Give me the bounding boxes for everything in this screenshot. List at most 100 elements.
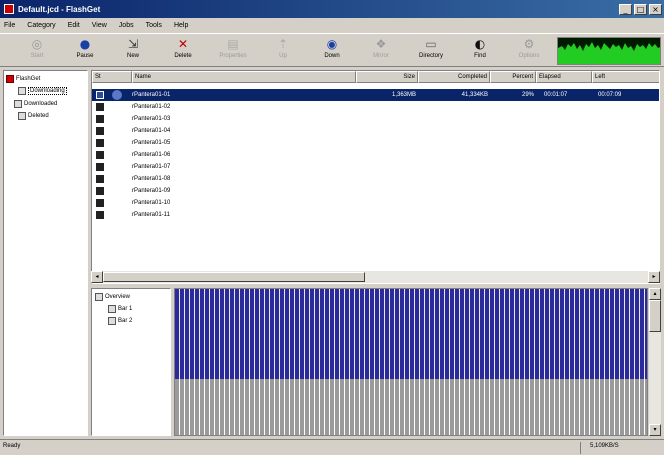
- column-header-completed[interactable]: Completed: [418, 71, 490, 83]
- category-tree[interactable]: FlashGet Downloading Downloaded Deleted: [3, 70, 88, 436]
- column-header-left[interactable]: Left: [592, 71, 659, 83]
- menu-jobs[interactable]: Jobs: [119, 22, 134, 29]
- status-text: Ready: [3, 443, 21, 449]
- directory-button[interactable]: ▭ Directory: [412, 37, 450, 65]
- tree-item-deleted[interactable]: Deleted: [18, 112, 49, 120]
- mirror-button[interactable]: ❖ Mirror: [362, 37, 400, 65]
- speed-graph-plot: [558, 42, 660, 64]
- menu-file[interactable]: File: [4, 22, 15, 29]
- downloading-status-icon: [96, 91, 104, 99]
- find-icon: ◐: [474, 37, 486, 51]
- speed-graph: [557, 37, 661, 65]
- queued-status-icon: [96, 163, 104, 171]
- column-header-name[interactable]: Name: [132, 71, 356, 83]
- new-button[interactable]: ⇲ New: [114, 37, 152, 65]
- properties-icon: ▤: [227, 37, 239, 51]
- table-row[interactable]: rPantera01-05: [92, 137, 659, 149]
- scroll-thumb[interactable]: [103, 272, 365, 282]
- row-name: rPantera01-11: [132, 212, 170, 218]
- tree-item-downloaded[interactable]: Downloaded: [14, 100, 57, 108]
- queued-status-icon: [96, 199, 104, 207]
- scroll-left-arrow-icon[interactable]: ◂: [91, 271, 103, 283]
- directory-icon: ▭: [425, 37, 437, 51]
- queued-status-icon: [96, 127, 104, 135]
- minimize-button[interactable]: _: [619, 3, 632, 15]
- start-button[interactable]: ◎ Start: [18, 37, 56, 65]
- menu-tools[interactable]: Tools: [146, 22, 162, 29]
- download-speed: 5,109KB/S: [590, 443, 619, 449]
- down-button[interactable]: ◉ Down: [313, 37, 351, 65]
- delete-label: Delete: [174, 53, 192, 59]
- options-button[interactable]: ⚙ Options: [510, 37, 548, 65]
- find-button[interactable]: ◐ Find: [461, 37, 499, 65]
- tree-item-flashget[interactable]: FlashGet: [6, 75, 40, 83]
- start-label: Start: [30, 53, 44, 59]
- column-header-elapsed[interactable]: Elapsed: [536, 71, 592, 83]
- table-row[interactable]: rPantera01-09: [92, 185, 659, 197]
- table-row[interactable]: rPantera01-04: [92, 125, 659, 137]
- menu-edit[interactable]: Edit: [68, 22, 80, 29]
- menu-category[interactable]: Category: [27, 22, 55, 29]
- pause-label: Pause: [76, 53, 94, 59]
- new-icon: ⇲: [127, 37, 139, 51]
- table-row[interactable]: rPantera01-02: [92, 101, 659, 113]
- tree-label: Deleted: [28, 113, 49, 119]
- options-icon: ⚙: [523, 37, 535, 51]
- parts-item-label: Bar 1: [118, 306, 133, 312]
- block-progress-grid: [174, 288, 648, 436]
- queued-status-icon: [96, 115, 104, 123]
- horizontal-scrollbar[interactable]: ◂ ▸: [91, 271, 660, 283]
- window-title: Default.jcd - FlashGet: [18, 4, 101, 14]
- row-completed: 41,334KB: [461, 92, 488, 98]
- new-label: New: [126, 53, 139, 59]
- column-header-percent[interactable]: Percent: [490, 71, 536, 83]
- column-header-status[interactable]: St: [92, 71, 132, 83]
- maximize-button[interactable]: □: [634, 3, 647, 15]
- downloading-icon: [18, 87, 26, 95]
- menu-bar: File Category Edit View Jobs Tools Help: [0, 18, 664, 32]
- menu-view[interactable]: View: [92, 22, 107, 29]
- parts-root[interactable]: Overview: [95, 293, 130, 301]
- table-row[interactable]: rPantera01-07: [92, 161, 659, 173]
- table-row[interactable]: rPantera01-08: [92, 173, 659, 185]
- row-name: rPantera01-01: [132, 92, 171, 98]
- row-percent: 29%: [521, 92, 534, 98]
- pause-button[interactable]: ● Pause: [66, 37, 104, 65]
- close-button[interactable]: ×: [649, 3, 662, 15]
- delete-icon: ✕: [177, 37, 189, 51]
- menu-help[interactable]: Help: [174, 22, 188, 29]
- scroll-down-arrow-icon[interactable]: ▾: [649, 424, 661, 436]
- scroll-up-arrow-icon[interactable]: ▴: [649, 288, 661, 300]
- tree-label: Downloading: [28, 87, 67, 95]
- parts-item[interactable]: Bar 1: [108, 305, 132, 313]
- queued-status-icon: [96, 139, 104, 147]
- tree-item-downloading[interactable]: Downloading: [18, 87, 67, 95]
- start-icon: ◎: [31, 37, 43, 51]
- overview-icon: [95, 293, 103, 301]
- queued-status-icon: [96, 175, 104, 183]
- table-row[interactable]: rPantera01-10: [92, 197, 659, 209]
- row-name: rPantera01-08: [132, 176, 171, 182]
- title-bar[interactable]: Default.jcd - FlashGet _ □ ×: [0, 0, 664, 18]
- table-row[interactable]: rPantera01-03: [92, 113, 659, 125]
- table-row[interactable]: rPantera01-06: [92, 149, 659, 161]
- row-name: rPantera01-10: [132, 200, 171, 206]
- list-header: St Name Size Completed Percent Elapsed L…: [92, 71, 659, 83]
- parts-item[interactable]: Bar 2: [108, 317, 132, 325]
- delete-button[interactable]: ✕ Delete: [164, 37, 202, 65]
- up-button[interactable]: ⇡ Up: [264, 37, 302, 65]
- find-label: Find: [474, 53, 486, 59]
- properties-button[interactable]: ▤ Properties: [214, 37, 252, 65]
- column-header-size[interactable]: Size: [356, 71, 418, 83]
- scroll-right-arrow-icon[interactable]: ▸: [648, 271, 660, 283]
- mirror-icon: ❖: [375, 37, 387, 51]
- table-row[interactable]: rPantera01-01 1,363MB 41,334KB 29% 00:01…: [92, 89, 659, 101]
- download-list[interactable]: St Name Size Completed Percent Elapsed L…: [91, 70, 660, 284]
- deleted-icon: [18, 112, 26, 120]
- table-row[interactable]: rPantera01-11: [92, 209, 659, 221]
- bar-icon: [108, 317, 116, 325]
- status-divider: [580, 442, 581, 454]
- scroll-thumb[interactable]: [649, 300, 661, 332]
- parts-tree[interactable]: Overview Bar 1 Bar 2: [91, 288, 171, 436]
- vertical-scrollbar[interactable]: ▴ ▾: [649, 288, 661, 436]
